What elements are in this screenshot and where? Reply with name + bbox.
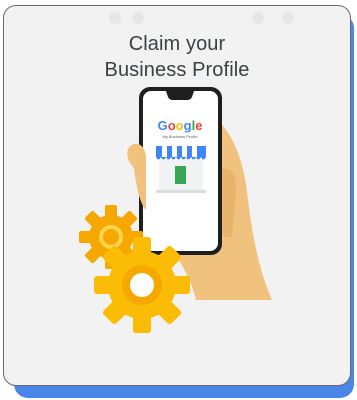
hand-thumb [127, 143, 146, 210]
large-gear-icon [94, 237, 190, 333]
phone-subtitle: My Business Profile [162, 134, 198, 139]
stage: Claim your Business Profile Google My Bu… [0, 0, 357, 400]
google-logo-icon: Google [158, 118, 203, 133]
phone-notch [166, 91, 194, 100]
storefront-icon [156, 146, 206, 193]
claim-profile-illustration: Google My Business Profile [79, 87, 272, 333]
